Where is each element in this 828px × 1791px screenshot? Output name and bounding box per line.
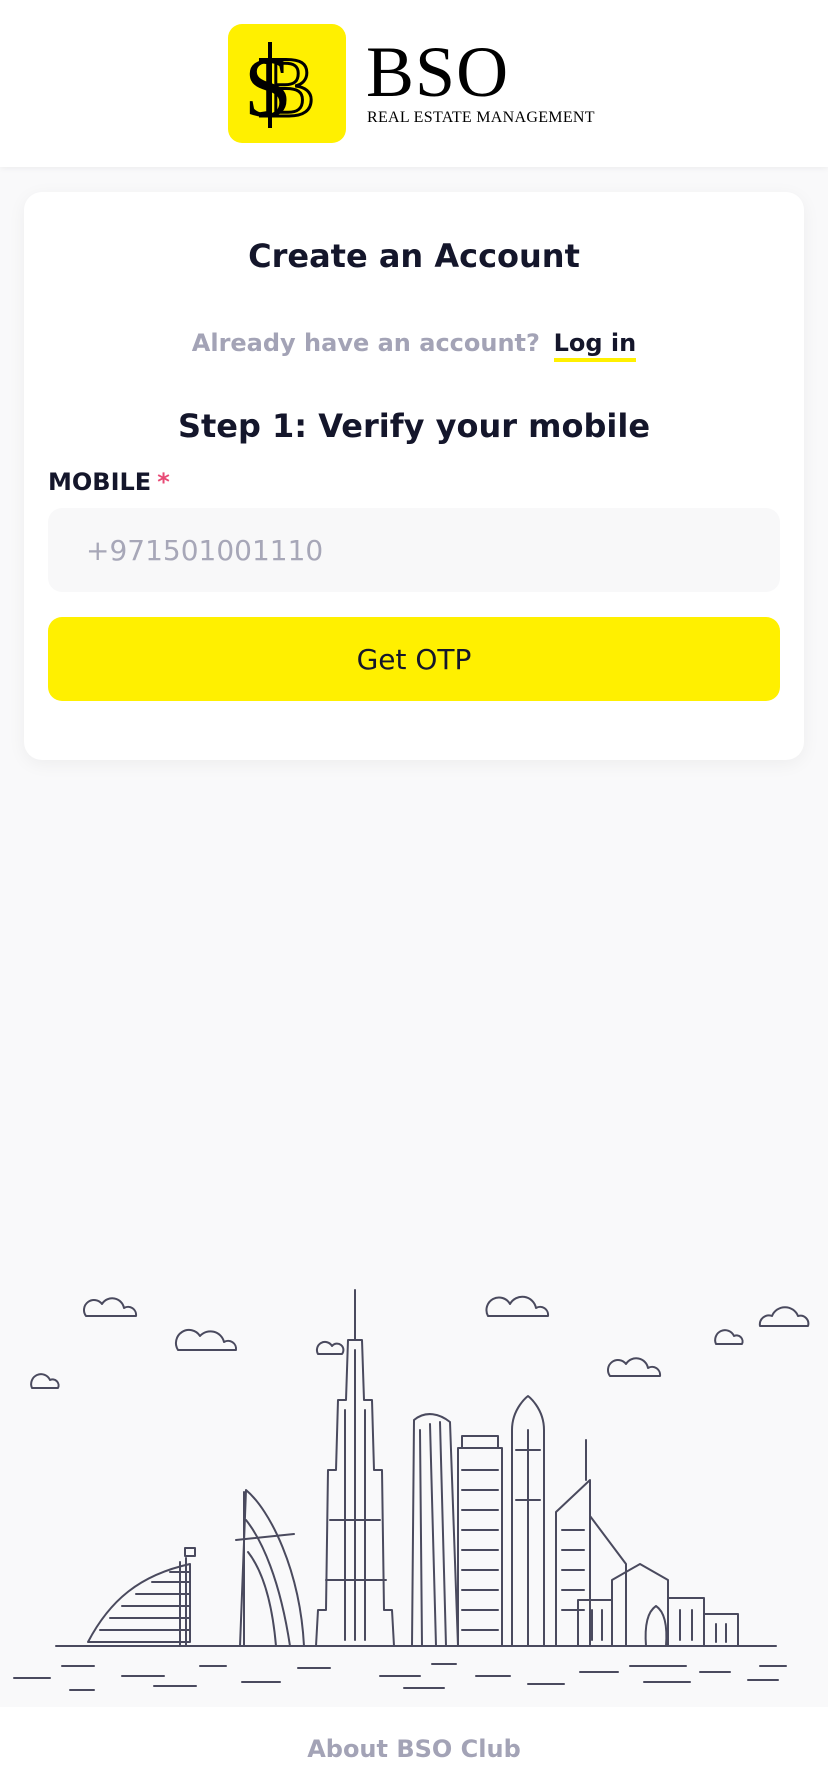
svg-text:S: S [244,39,292,135]
login-prompt-row: Already have an account? Log in [0,326,828,362]
dubai-skyline-illustration [13,1289,810,1691]
step-title: Step 1: Verify your mobile [177,407,651,445]
login-prompt-text: Already have an account? [191,329,540,357]
footer: About BSO Club [0,1707,828,1791]
bso-logo-icon: B S [228,24,346,143]
page-title: Create an Account [248,237,580,275]
get-otp-button[interactable]: Get OTP [48,617,780,701]
required-marker: * [157,468,170,496]
mobile-field-label: MOBILE * [48,466,170,498]
login-link[interactable]: Log in [553,329,637,362]
app-header: B S BSO REAL ESTATE MANAGEMENT [0,0,828,167]
brand-tagline: REAL ESTATE MANAGEMENT [367,109,595,126]
mobile-input[interactable] [48,508,780,592]
brand-name: BSO [366,32,510,112]
about-link[interactable]: About BSO Club [0,1733,828,1765]
mobile-label-text: MOBILE [48,468,152,496]
